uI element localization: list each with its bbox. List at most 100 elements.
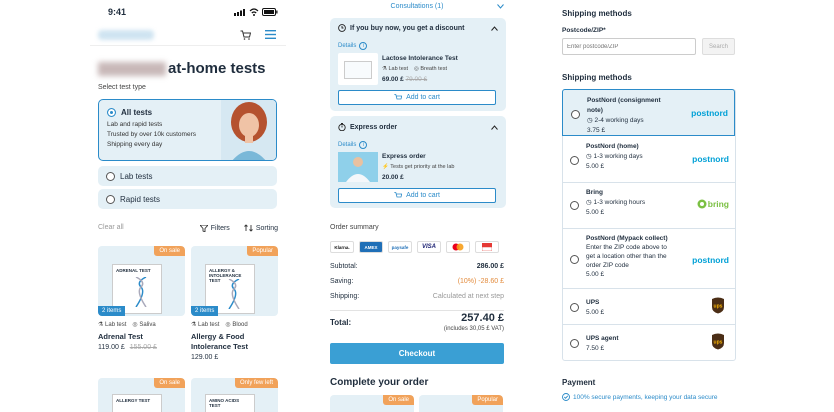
svg-text:ups: ups <box>714 304 723 310</box>
add-to-cart-button[interactable]: Add to cart <box>338 90 496 105</box>
status-icons <box>234 8 278 16</box>
method-postnord-home[interactable]: PostNord (home) ◷ 1-3 working days 5.00 … <box>562 137 735 183</box>
consultations-toggle[interactable]: Consultations (1) <box>322 0 512 12</box>
klarna-logo: Klarna. <box>330 241 354 253</box>
method-detail: ◷ 1-3 working hours <box>586 199 646 206</box>
subtotal-label: Subtotal: <box>330 263 358 270</box>
product-box-title: ADRENAL TEST <box>116 268 151 273</box>
suggested-product[interactable]: Popular <box>419 395 503 412</box>
subtotal-row: Subtotal: 286.00 £ <box>330 263 504 278</box>
complete-order-heading: Complete your order <box>330 377 429 388</box>
lab-test-tag: ⚗ Lab test <box>98 322 127 328</box>
option-lab-tests[interactable]: Lab tests <box>98 166 277 186</box>
method-postnord-mypack[interactable]: PostNord (Mypack collect) Enter the ZIP … <box>562 230 735 289</box>
product-card-image[interactable]: On sale ALLERGY TEST <box>98 378 185 412</box>
status-time: 9:41 <box>108 7 127 17</box>
total-label: Total: <box>330 318 352 327</box>
postnord-logo: postnord <box>692 154 729 164</box>
bring-logo: bring <box>697 199 735 209</box>
woman-photo <box>221 100 276 160</box>
express-name: Express order <box>382 153 426 160</box>
menu-icon[interactable] <box>265 30 276 39</box>
method-radio[interactable] <box>570 201 579 210</box>
option-rapid-tests[interactable]: Rapid tests <box>98 189 277 209</box>
vat-note: (includes 30,05 £ VAT) <box>443 326 504 332</box>
product-box-title: AMINO ACIDS TEST <box>209 398 240 408</box>
search-button[interactable]: Search <box>702 38 735 55</box>
rapid-tests-radio[interactable] <box>106 194 115 204</box>
product-box-title: ALLERGY TEST <box>116 398 151 403</box>
lab-tests-radio[interactable] <box>106 171 115 181</box>
method-bring[interactable]: Bring ◷ 1-3 working hours 5.00 £ bring <box>562 184 735 229</box>
page-title: at-home tests <box>90 46 286 82</box>
product-name[interactable]: Adrenal Test <box>98 332 143 341</box>
saving-value: (10%) -28.60 £ <box>457 278 504 285</box>
info-icon: i <box>359 141 368 149</box>
method-radio[interactable] <box>570 255 579 264</box>
check-circle-icon <box>562 393 570 401</box>
saving-label: Saving: <box>330 278 354 285</box>
method-price: 5.00 £ <box>586 271 605 278</box>
brand-logo[interactable] <box>98 29 154 40</box>
product-list-screen: 9:41 at-home tests Select test type All … <box>90 0 286 412</box>
sample-tag: ◎ Saliva <box>132 322 156 328</box>
method-ups[interactable]: UPS 5.00 £ ups <box>562 290 735 325</box>
ups-logo: ups <box>711 297 735 319</box>
lactose-types: ⚗ Lab test ◎ Breath test <box>382 66 447 72</box>
clear-all-link[interactable]: Clear all <box>98 224 124 232</box>
lactose-price-row: 69.00 £ 79.00 £ <box>382 76 427 83</box>
chevron-up-icon <box>491 25 498 31</box>
discount-header[interactable]: If you buy now, you get a discount <box>330 18 506 32</box>
method-radio[interactable] <box>570 156 579 165</box>
svg-text:ups: ups <box>714 340 723 346</box>
method-detail: Enter the ZIP code above to get a locati… <box>586 244 667 269</box>
suggested-product[interactable]: On sale <box>330 395 414 412</box>
cart-icon <box>394 192 403 198</box>
postcode-label: Postcode/ZIP* <box>562 27 606 34</box>
details-link[interactable]: Details i <box>330 131 506 149</box>
express-price: 20.00 £ <box>382 174 404 181</box>
cart-screen: Consultations (1) If you buy now, you ge… <box>322 0 512 412</box>
items-badge: 2 items <box>98 306 126 316</box>
product-tag: On sale <box>154 378 185 388</box>
method-radio[interactable] <box>570 339 579 348</box>
product-name[interactable]: Allergy & Food Intolerance Test <box>191 332 271 352</box>
postnord-logo: postnord <box>692 255 729 265</box>
product-types: ⚗ Lab test ◎ Blood <box>191 321 278 328</box>
clock-icon <box>338 24 346 32</box>
amex-logo: AMEX <box>359 241 383 253</box>
summary-rows: Subtotal: 286.00 £ Saving: (10%) -28.60 … <box>330 263 504 308</box>
details-link[interactable]: Details i <box>330 32 506 50</box>
product-card-image[interactable]: Only few left AMINO ACIDS TEST <box>191 378 278 412</box>
method-postnord-consignment[interactable]: PostNord (consignment note) ◷ 2-4 workin… <box>562 89 735 136</box>
total-value: 257.40 £ <box>461 312 504 324</box>
sorting-button[interactable]: Sorting <box>243 224 278 232</box>
product-tag: On sale <box>383 395 414 405</box>
shipping-row: Shipping: Calculated at next step <box>330 293 504 308</box>
postcode-input[interactable] <box>562 38 696 55</box>
consultations-label: Consultations (1) <box>390 2 444 10</box>
cart-icon[interactable] <box>240 30 251 40</box>
add-to-cart-button[interactable]: Add to cart <box>338 188 496 203</box>
option-all-tests[interactable]: All tests Lab and rapid tests Trusted by… <box>98 99 277 161</box>
express-header[interactable]: Express order <box>330 116 506 131</box>
bank-logo <box>475 241 499 253</box>
courier-photo <box>338 152 378 182</box>
dna-icon <box>135 277 147 307</box>
stopwatch-icon <box>338 123 346 131</box>
checkout-button[interactable]: Checkout <box>330 343 504 364</box>
product-card-image[interactable]: Popular ALLERGY & INTOLERANCE TEST 2 ite… <box>191 246 278 316</box>
method-radio[interactable] <box>570 303 579 312</box>
method-name: UPS <box>586 299 600 306</box>
dna-icon <box>228 279 240 309</box>
method-radio[interactable] <box>571 110 580 119</box>
subtotal-value: 286.00 £ <box>476 263 504 270</box>
express-desc: ⚡ Tests get priority at the lab <box>382 164 455 170</box>
shipping-heading: Shipping methods <box>562 9 632 18</box>
all-tests-radio[interactable] <box>107 108 116 117</box>
product-card-image[interactable]: On sale ADRENAL TEST 2 items <box>98 246 185 316</box>
product-tag: Popular <box>472 395 503 405</box>
filters-button[interactable]: Filters <box>199 224 230 232</box>
method-ups-agent[interactable]: UPS agent 7.50 £ ups <box>562 326 735 361</box>
product-tag: Only few left <box>234 378 278 388</box>
